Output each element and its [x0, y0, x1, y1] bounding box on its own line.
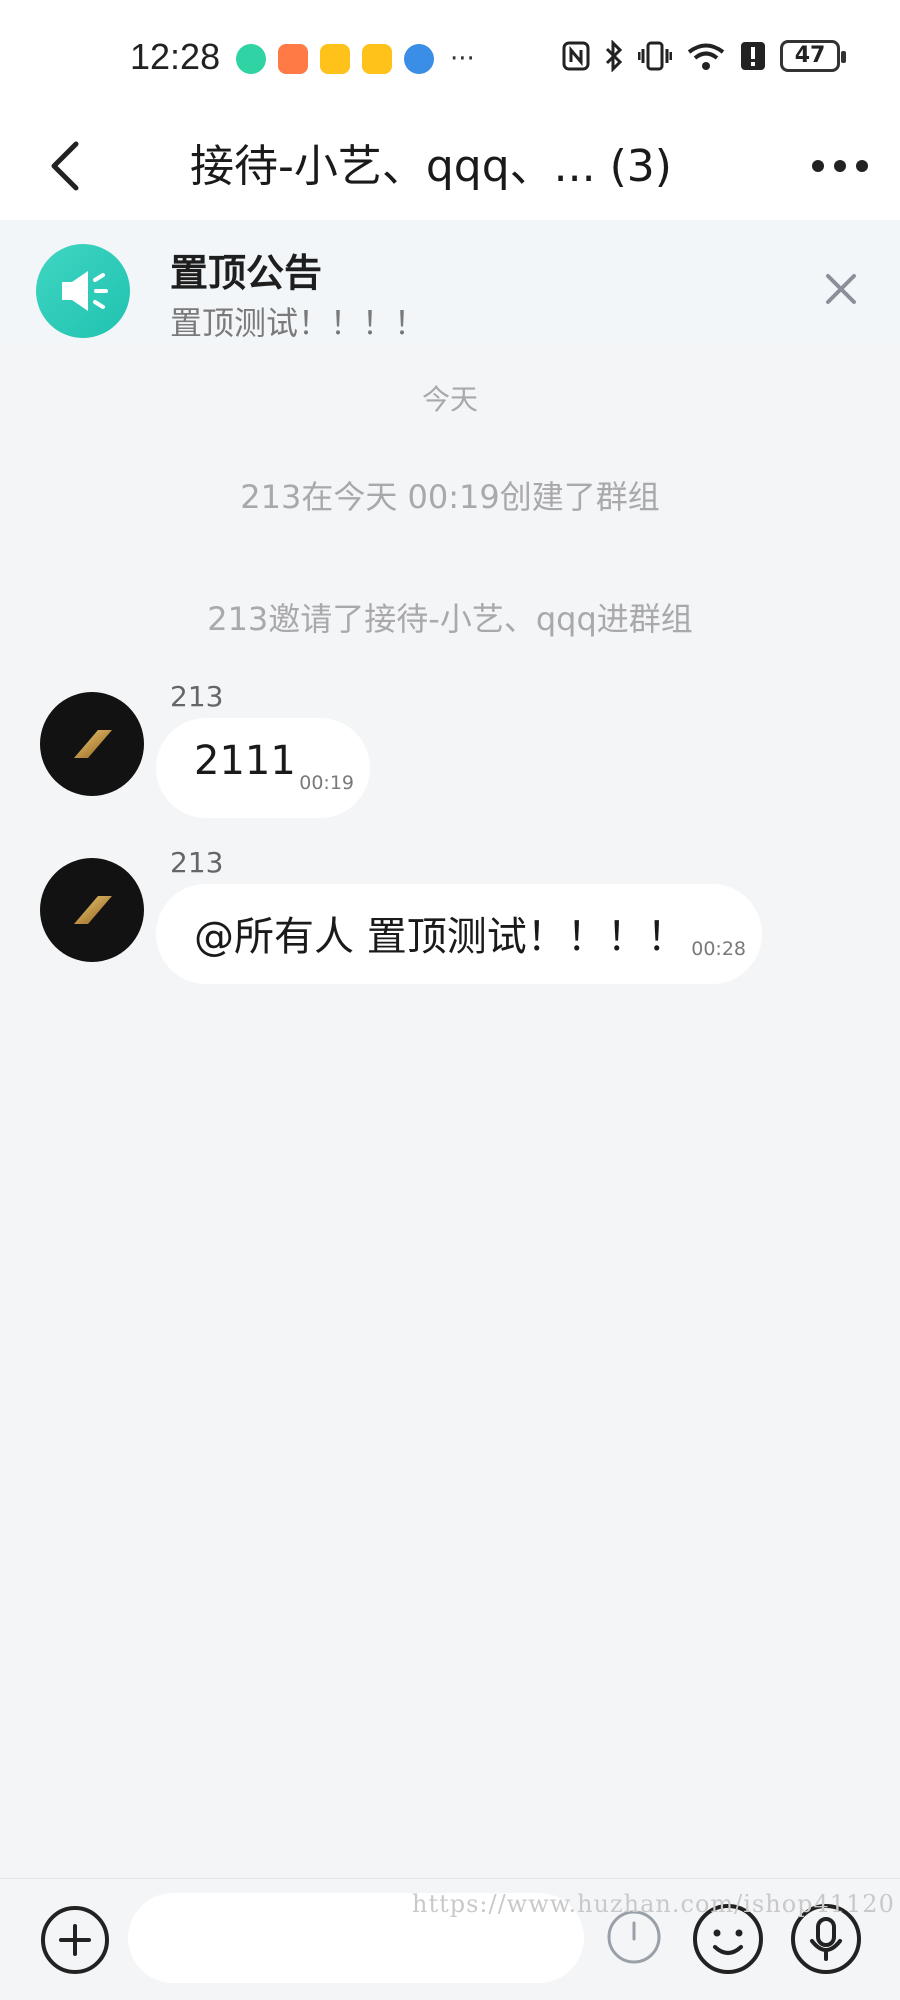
message-time: 00:19 — [299, 772, 354, 794]
system-message-invited: 213邀请了接待-小艺、qqq进群组 — [207, 600, 693, 638]
message-time: 00:28 — [691, 938, 746, 960]
browser-app-icon — [404, 44, 434, 74]
status-more-icon: ··· — [450, 44, 475, 74]
vibrate-icon — [638, 41, 672, 71]
watermark: https://www.huzhan.com/ishop41120 — [412, 1890, 895, 1918]
notice-body: 置顶测试！！！！ — [170, 304, 427, 342]
system-message-created: 213在今天 00:19创建了群组 — [240, 478, 660, 516]
back-button[interactable] — [40, 136, 100, 196]
message-bubble[interactable]: @所有人 置顶测试！！！！ 00:28 — [156, 884, 762, 984]
battery-icon: 47 — [780, 40, 846, 72]
megaphone-icon — [36, 244, 130, 338]
alert-icon — [741, 42, 765, 70]
chat-header: 接待-小艺、qqq、... (3) — [0, 112, 900, 220]
status-indicators: 47 — [562, 40, 846, 72]
wifi-icon — [687, 43, 725, 70]
status-app-icons: ··· — [236, 44, 475, 74]
avatar[interactable] — [40, 692, 144, 796]
sender-name: 213 — [170, 680, 224, 713]
nfc-icon — [562, 41, 590, 71]
pinned-notice[interactable]: 置顶公告 置顶测试！！！！ — [0, 220, 900, 348]
heart-app-icon — [278, 44, 308, 74]
chat-screen: 12:28 ··· 47 接待-小艺、qqq、... (3) 置顶公告 置顶测试… — [0, 0, 900, 2000]
status-bar: 12:28 ··· 47 — [0, 0, 900, 112]
weibo-app-icon — [320, 44, 350, 74]
sender-name: 213 — [170, 846, 224, 879]
more-options-button[interactable] — [810, 146, 870, 186]
chat-title: 接待-小艺、qqq、... (3) — [190, 141, 672, 192]
close-icon[interactable] — [818, 266, 864, 312]
message-text: @所有人 置顶测试！！！！ — [194, 914, 687, 960]
message-bubble[interactable]: 2111 00:19 — [156, 718, 370, 818]
avatar[interactable] — [40, 858, 144, 962]
weibo-app-icon-2 — [362, 44, 392, 74]
notice-title: 置顶公告 — [170, 251, 323, 295]
plus-button[interactable] — [40, 1905, 110, 1975]
message-text: 2111 — [194, 738, 296, 784]
status-time: 12:28 — [130, 36, 221, 77]
date-divider: 今天 — [421, 383, 478, 416]
chat-app-icon — [236, 44, 266, 74]
bluetooth-icon — [605, 40, 623, 72]
